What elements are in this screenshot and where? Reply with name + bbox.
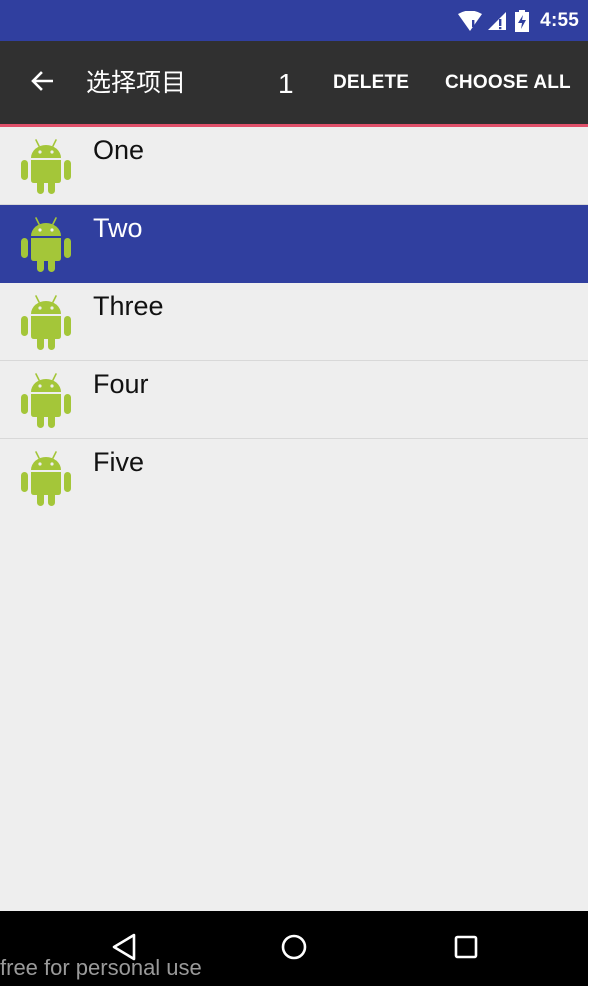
list-item-four[interactable]: Four <box>0 361 588 439</box>
action-mode-bar: 选择项目 1 DELETE CHOOSE ALL <box>0 41 588 124</box>
delete-button[interactable]: DELETE <box>333 71 409 95</box>
arrow-back-icon <box>31 70 54 96</box>
home-circle-icon <box>280 933 308 966</box>
list-item-label: Two <box>93 213 143 243</box>
selected-count: 1 <box>278 68 294 99</box>
list-item-three[interactable]: Three <box>0 283 588 361</box>
list-item-label: Four <box>93 369 149 399</box>
status-bar: 4:55 <box>0 0 588 41</box>
screen-edge <box>588 0 595 986</box>
list-item-label: Five <box>93 447 145 477</box>
choose-all-button[interactable]: CHOOSE ALL <box>445 71 571 95</box>
android-icon <box>19 449 73 507</box>
battery-icon <box>514 10 530 32</box>
close-action-mode-button[interactable] <box>22 63 62 103</box>
recent-square-icon <box>453 934 479 965</box>
list-item-two[interactable]: Two <box>0 205 588 283</box>
nav-home-button[interactable] <box>274 929 314 969</box>
item-list: One Two Three Four Five <box>0 127 588 516</box>
signal-icon <box>488 11 508 31</box>
android-icon <box>19 137 73 195</box>
android-icon <box>19 293 73 351</box>
nav-recent-apps-button[interactable] <box>446 929 486 969</box>
status-icons: 4:55 <box>458 10 579 32</box>
watermark-text: free for personal use <box>0 955 202 980</box>
list-item-one[interactable]: One <box>0 127 588 205</box>
action-mode-title: 选择项目 <box>86 68 187 97</box>
android-icon <box>19 371 73 429</box>
android-icon <box>19 215 73 273</box>
list-item-five[interactable]: Five <box>0 439 588 516</box>
list-item-label: Three <box>93 291 164 321</box>
phone-screen: 4:55 选择项目 1 DELETE CHOOSE ALL One Two Th… <box>0 0 588 986</box>
wifi-icon <box>458 11 483 31</box>
list-item-label: One <box>93 135 145 165</box>
status-time: 4:55 <box>540 10 579 31</box>
